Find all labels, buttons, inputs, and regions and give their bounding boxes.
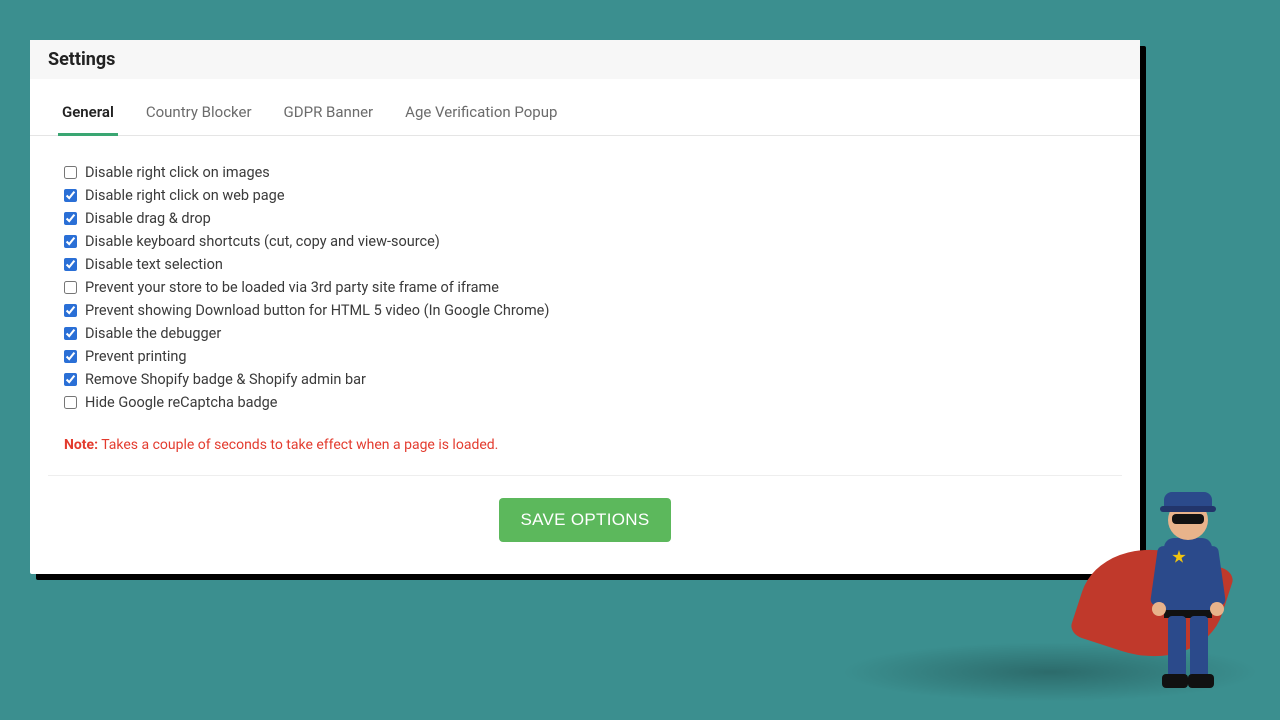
- option-label: Disable right click on web page: [85, 187, 285, 204]
- option-label: Disable right click on images: [85, 164, 270, 181]
- tab-age-verification-popup[interactable]: Age Verification Popup: [401, 89, 561, 136]
- tab-general[interactable]: General: [58, 89, 118, 136]
- option-row[interactable]: Hide Google reCaptcha badge: [64, 394, 1106, 411]
- settings-panel-shadow: Settings General Country Blocker GDPR Bann…: [36, 46, 1146, 580]
- option-checkbox[interactable]: [64, 304, 77, 317]
- option-label: Disable text selection: [85, 256, 223, 273]
- option-checkbox[interactable]: [64, 212, 77, 225]
- option-row[interactable]: Disable the debugger: [64, 325, 1106, 342]
- option-row[interactable]: Disable drag & drop: [64, 210, 1106, 227]
- options-list: Disable right click on images Disable rig…: [30, 136, 1140, 423]
- panel-header: Settings: [30, 40, 1140, 79]
- option-label: Disable keyboard shortcuts (cut, copy an…: [85, 233, 440, 250]
- save-options-button[interactable]: SAVE OPTIONS: [499, 498, 672, 542]
- option-row[interactable]: Prevent showing Download button for HTML…: [64, 302, 1106, 319]
- option-label: Hide Google reCaptcha badge: [85, 394, 277, 411]
- option-checkbox[interactable]: [64, 373, 77, 386]
- option-checkbox[interactable]: [64, 166, 77, 179]
- option-checkbox[interactable]: [64, 350, 77, 363]
- option-checkbox[interactable]: [64, 281, 77, 294]
- option-row[interactable]: Prevent your store to be loaded via 3rd …: [64, 279, 1106, 296]
- option-label: Disable drag & drop: [85, 210, 211, 227]
- note-body: Takes a couple of seconds to take effect…: [98, 437, 498, 453]
- option-label: Prevent your store to be loaded via 3rd …: [85, 279, 499, 296]
- tabs-bar: General Country Blocker GDPR Banner Age Ver…: [30, 89, 1140, 136]
- settings-panel: Settings General Country Blocker GDPR Bann…: [30, 40, 1140, 574]
- note-text: Note: Takes a couple of seconds to take …: [64, 437, 1106, 453]
- option-row[interactable]: Prevent printing: [64, 348, 1106, 365]
- page-title: Settings: [48, 49, 1122, 70]
- option-row[interactable]: Remove Shopify badge & Shopify admin bar: [64, 371, 1106, 388]
- option-checkbox[interactable]: [64, 396, 77, 409]
- option-label: Prevent printing: [85, 348, 187, 365]
- note-label: Note:: [64, 437, 98, 453]
- option-checkbox[interactable]: [64, 327, 77, 340]
- save-wrap: SAVE OPTIONS: [30, 476, 1140, 574]
- option-row[interactable]: Disable right click on web page: [64, 187, 1106, 204]
- tab-gdpr-banner[interactable]: GDPR Banner: [280, 89, 378, 136]
- mascot-illustration: [1110, 490, 1270, 700]
- option-label: Disable the debugger: [85, 325, 221, 342]
- option-row[interactable]: Disable right click on images: [64, 164, 1106, 181]
- option-row[interactable]: Disable keyboard shortcuts (cut, copy an…: [64, 233, 1106, 250]
- tab-country-blocker[interactable]: Country Blocker: [142, 89, 256, 136]
- option-row[interactable]: Disable text selection: [64, 256, 1106, 273]
- option-label: Prevent showing Download button for HTML…: [85, 302, 549, 319]
- option-checkbox[interactable]: [64, 235, 77, 248]
- option-label: Remove Shopify badge & Shopify admin bar: [85, 371, 366, 388]
- option-checkbox[interactable]: [64, 258, 77, 271]
- option-checkbox[interactable]: [64, 189, 77, 202]
